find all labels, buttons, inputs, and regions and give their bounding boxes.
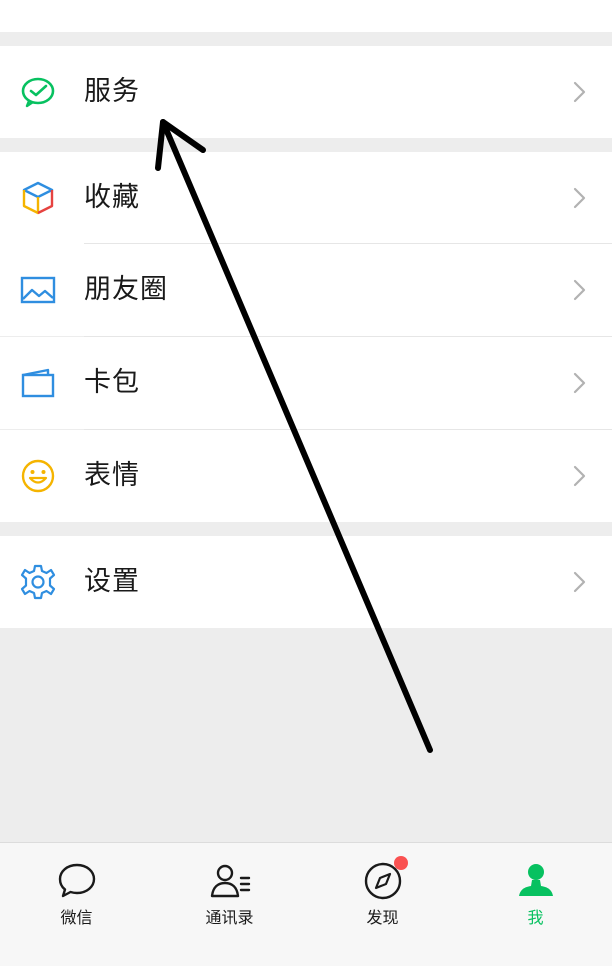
chat-bubble-icon <box>55 859 99 903</box>
chevron-right-icon <box>570 274 590 306</box>
contacts-icon <box>208 859 252 903</box>
menu-item-settings[interactable]: 设置 <box>0 536 612 628</box>
menu-item-label: 设置 <box>84 566 140 597</box>
menu-item-cards[interactable]: 卡包 <box>0 337 612 429</box>
chevron-right-icon <box>570 76 590 108</box>
notification-dot <box>394 856 408 870</box>
tab-label: 通讯录 <box>205 908 254 927</box>
smiley-icon <box>18 456 58 496</box>
tab-contacts[interactable]: 通讯录 <box>153 843 306 966</box>
menu-item-services[interactable]: 服务 <box>0 46 612 138</box>
tab-discover[interactable]: 发现 <box>306 843 459 966</box>
tab-label: 微信 <box>60 908 93 927</box>
chevron-right-icon <box>570 367 590 399</box>
chevron-right-icon <box>570 566 590 598</box>
menu-item-label: 服务 <box>84 76 140 107</box>
tab-label: 发现 <box>366 908 399 927</box>
wallet-icon <box>18 363 58 403</box>
menu-item-label: 朋友圈 <box>84 274 168 305</box>
menu-item-favorites[interactable]: 收藏 <box>0 152 612 244</box>
chevron-right-icon <box>570 182 590 214</box>
menu-item-moments[interactable]: 朋友圈 <box>0 244 612 336</box>
bottom-tab-bar: 微信 通讯录 发现 我 <box>0 842 612 966</box>
gear-icon <box>18 562 58 602</box>
person-icon <box>514 859 558 903</box>
services-icon <box>18 72 58 112</box>
tab-chats[interactable]: 微信 <box>0 843 153 966</box>
top-strip <box>0 0 612 32</box>
image-icon <box>18 270 58 310</box>
menu-item-label: 表情 <box>84 460 140 491</box>
tab-label: 我 <box>527 908 544 927</box>
menu-item-label: 卡包 <box>84 367 140 398</box>
cube-icon <box>18 178 58 218</box>
menu-item-label: 收藏 <box>84 182 140 213</box>
tab-me[interactable]: 我 <box>459 843 612 966</box>
chevron-right-icon <box>570 460 590 492</box>
menu-item-stickers[interactable]: 表情 <box>0 430 612 522</box>
